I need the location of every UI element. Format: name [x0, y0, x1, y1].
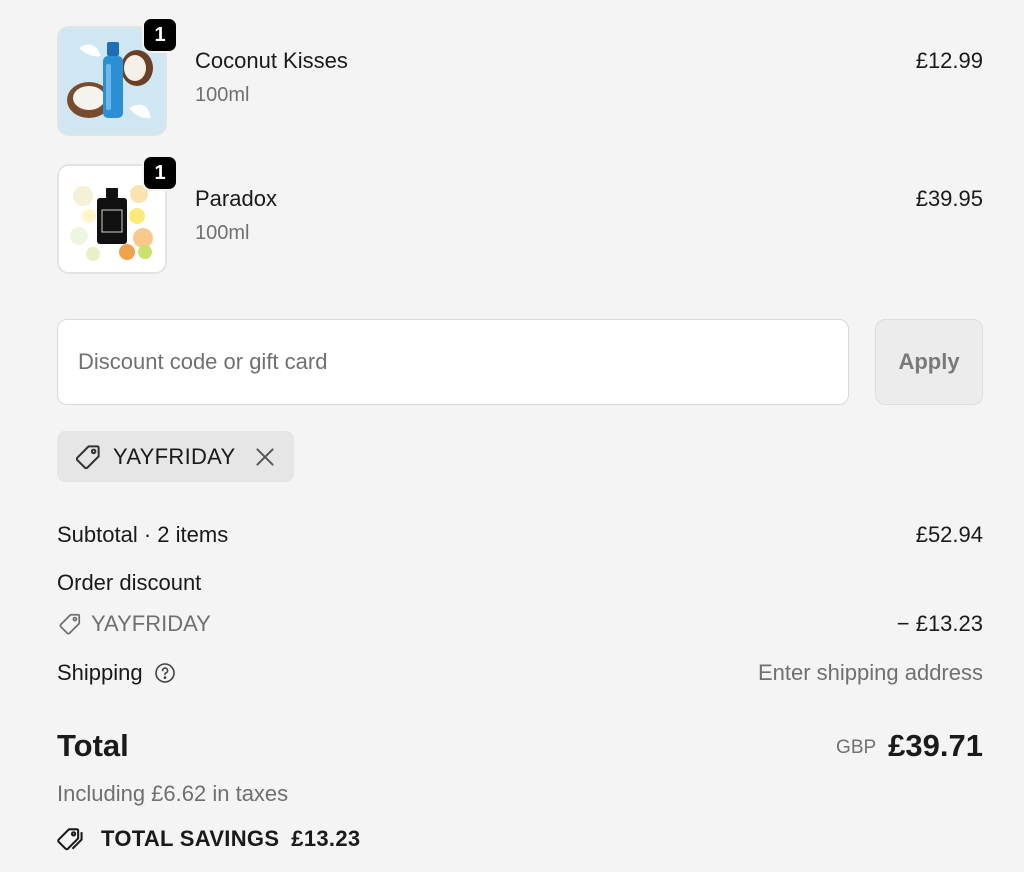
tag-icon [73, 442, 103, 472]
total-label: Total [57, 728, 129, 763]
shipping-info: Shipping [57, 660, 177, 686]
product-variant: 100ml [195, 84, 250, 106]
line-item: 1 Coconut Kisses 100ml £12.99 [57, 17, 983, 138]
taxes-note: Including £6.62 in taxes [57, 781, 289, 806]
savings-label: TOTAL SAVINGS [101, 826, 280, 851]
apply-button[interactable]: Apply [875, 319, 983, 405]
product-price: £39.95 [915, 186, 983, 211]
total-row: Total GBP £39.71 [57, 728, 983, 764]
discount-code-input[interactable] [57, 319, 849, 405]
total-amount: GBP £39.71 [836, 728, 983, 764]
order-discount-row: Order discount [57, 570, 983, 596]
quantity-badge: 1 [142, 155, 178, 191]
discount-code-label: YAYFRIDAY [91, 611, 211, 636]
tag-icon [57, 611, 83, 637]
savings-tag-icon [57, 824, 89, 854]
subtotal-value: £52.94 [915, 522, 983, 547]
discount-value: − £13.23 [896, 611, 983, 636]
applied-discount-code: YAYFRIDAY [113, 443, 236, 469]
subtotal-label: Subtotal · 2 items [57, 522, 229, 547]
shipping-label: Shipping [57, 660, 143, 685]
applied-discount-chip: YAYFRIDAY [57, 431, 294, 482]
discount-code-row: YAYFRIDAY − £13.23 [57, 611, 983, 637]
taxes-row: Including £6.62 in taxes [57, 781, 983, 807]
shipping-row: Shipping Enter shipping address [57, 660, 983, 686]
product-name: Coconut Kisses [195, 48, 348, 73]
product-name: Paradox [195, 186, 277, 211]
order-discount-label: Order discount [57, 570, 202, 595]
shipping-value: Enter shipping address [757, 660, 983, 685]
help-icon[interactable] [153, 661, 177, 685]
total-value: £39.71 [888, 728, 983, 763]
savings-value: £13.23 [291, 826, 361, 851]
product-variant: 100ml [195, 222, 250, 244]
discount-code-info: YAYFRIDAY [57, 611, 211, 637]
product-price: £12.99 [915, 48, 983, 73]
currency-code: GBP [836, 737, 877, 758]
savings-row: TOTAL SAVINGS £13.23 [57, 824, 983, 854]
close-icon[interactable] [252, 444, 278, 470]
line-item: 1 Paradox 100ml £39.95 [57, 155, 983, 276]
subtotal-row: Subtotal · 2 items £52.94 [57, 522, 983, 548]
quantity-badge: 1 [142, 17, 178, 53]
